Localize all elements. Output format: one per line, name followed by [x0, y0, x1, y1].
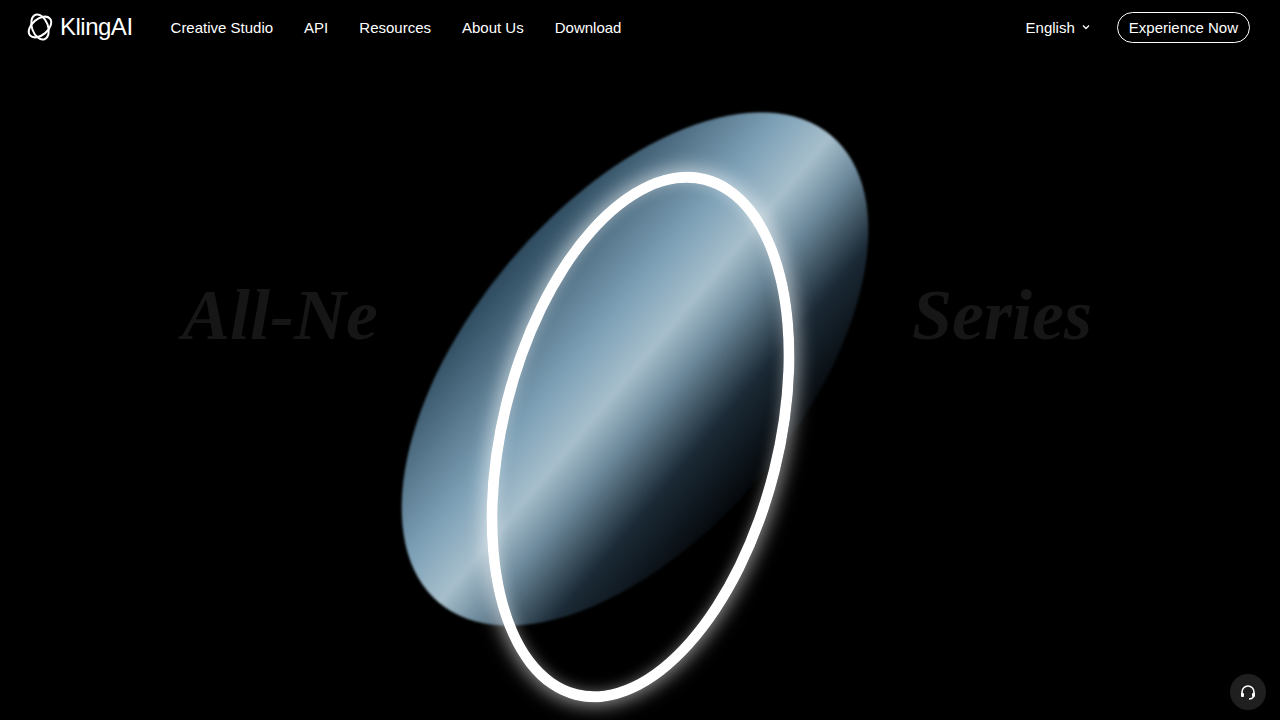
support-button[interactable]: [1230, 674, 1266, 710]
language-select[interactable]: English: [1026, 19, 1091, 36]
headline-left: All-Ne: [182, 276, 378, 355]
nav-link[interactable]: Resources: [359, 19, 431, 36]
hero-video: [313, 29, 958, 708]
nav-link[interactable]: API: [304, 19, 328, 36]
nav-link[interactable]: About Us: [462, 19, 524, 36]
headline-right: Series: [912, 276, 1092, 355]
headset-icon: [1239, 683, 1257, 701]
nav-links: Creative Studio API Resources About Us Downl…: [171, 19, 622, 36]
logo[interactable]: KlingAI: [24, 11, 133, 43]
landing-page: KlingAI Creative Studio API Resources About …: [0, 0, 1280, 720]
chevron-down-icon: [1081, 22, 1091, 32]
nav-link[interactable]: Creative Studio: [171, 19, 274, 36]
nav-link[interactable]: Download: [555, 19, 622, 36]
experience-now-button[interactable]: Experience Now: [1117, 12, 1250, 43]
hero: All-Ne Series: [0, 54, 1280, 720]
top-nav: KlingAI Creative Studio API Resources About …: [0, 0, 1280, 54]
logo-icon: [24, 11, 56, 43]
